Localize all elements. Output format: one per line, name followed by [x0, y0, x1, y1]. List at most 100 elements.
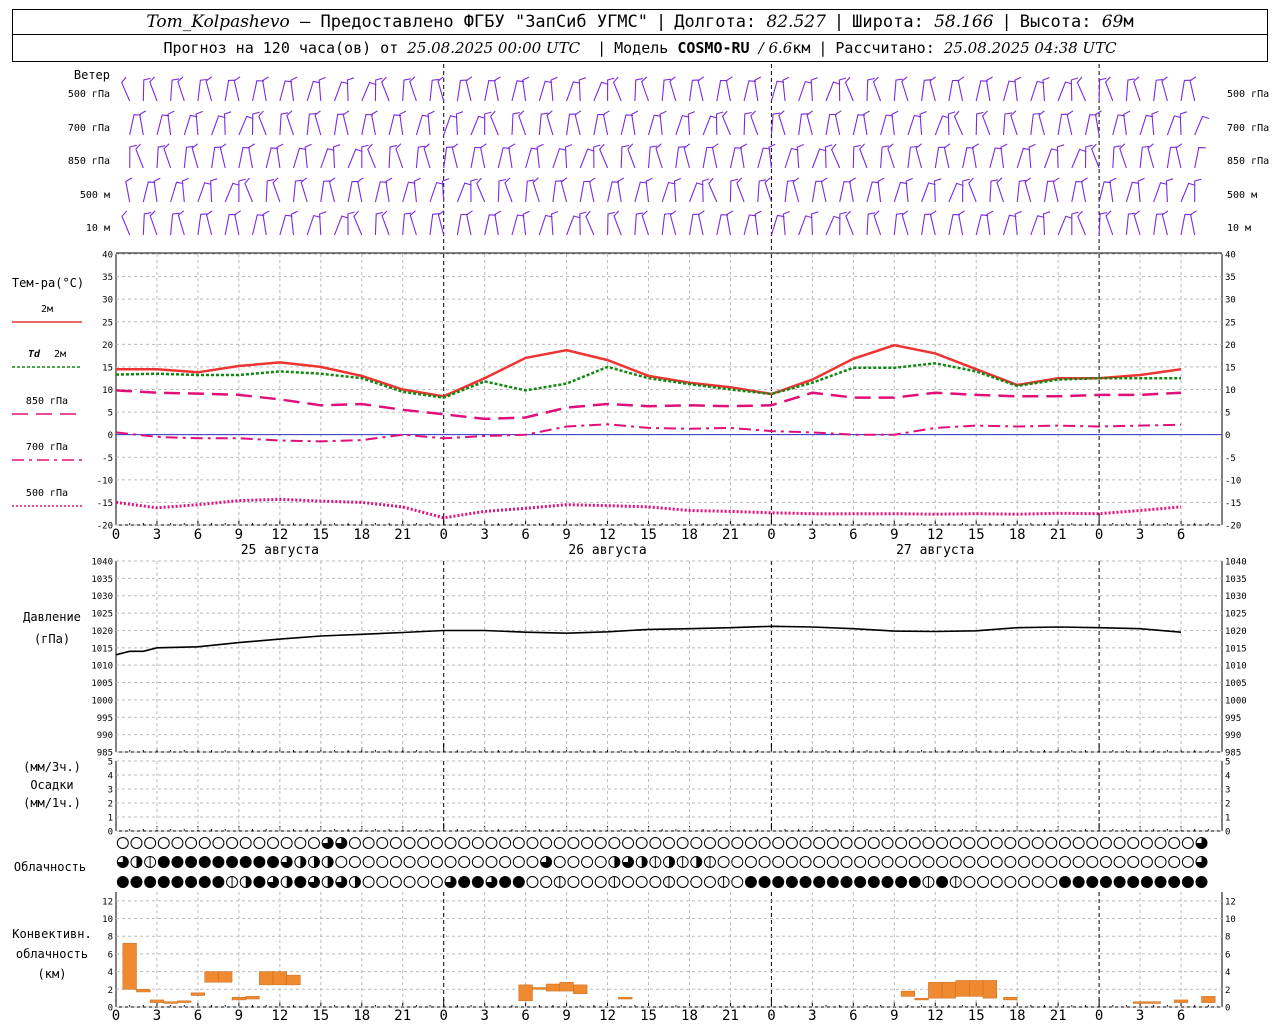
cloud-fill: [171, 876, 183, 888]
wind-barb-icon: [834, 110, 842, 136]
cloud-circle: [485, 856, 498, 868]
cloud-circle: [403, 837, 416, 849]
wind-barb-icon: [873, 210, 882, 236]
wind-barb-icon: [550, 76, 558, 102]
wind-barb-icon: [195, 110, 203, 136]
cloud-cover-circle-icon: [895, 837, 908, 849]
wind-barb-icon: [1194, 115, 1210, 136]
wind-barb-icon: [729, 147, 743, 169]
conv-bar: [122, 943, 137, 990]
cloud-cover-circle-icon: [908, 837, 921, 849]
wind-barb-icon: [536, 143, 544, 169]
wind-barb-icon: [328, 177, 336, 203]
cloud-circle: [389, 837, 402, 849]
wind-barb-icon: [953, 110, 964, 136]
cloud-cover-circle-icon: [471, 837, 484, 849]
cloud-circle: [785, 837, 798, 849]
wind-barb-icon: [1080, 177, 1088, 203]
wind-barb-icon: [437, 210, 445, 236]
wind-barb-icon: [798, 215, 813, 236]
wind-barb-icon: [934, 115, 950, 136]
temp-y-tick-label: 30: [102, 296, 113, 306]
cloud-cover-circle-icon: [348, 876, 361, 888]
wind-barb-icon: [620, 114, 634, 136]
precip-unit-3h: (мм/3ч.): [23, 760, 81, 774]
wind-barb-icon: [1057, 215, 1073, 236]
cloud-cover-circle-icon: [157, 856, 170, 868]
cloud-cover-circle-icon: [840, 837, 853, 849]
cloud-cover-circle-icon: [1099, 856, 1112, 868]
legend-label: 2м: [41, 304, 53, 315]
wind-barb-icon: [708, 177, 718, 203]
cloud-cover-circle-icon: [1195, 856, 1208, 868]
temp-hour-label: 15: [640, 527, 657, 543]
conv-hour-label: 0: [112, 1008, 120, 1024]
cloud-cover-circle-icon: [663, 837, 675, 849]
wind-barb-icon: [238, 115, 254, 136]
cloud-circle: [1058, 837, 1071, 849]
cloud-cover-circle-icon: [622, 856, 635, 868]
temp-y-tick-label: 20: [102, 341, 113, 351]
cloud-cover-circle-icon: [471, 876, 484, 888]
wind-barb-icon: [811, 148, 827, 169]
cloud-cover-circle-icon: [430, 856, 443, 868]
wind-barb-icon: [306, 214, 321, 236]
cloud-circle: [567, 856, 580, 868]
cloud-cover-circle-icon: [1004, 876, 1017, 888]
cloud-circle: [348, 837, 361, 849]
cloud-cover-circle-icon: [144, 876, 157, 888]
conv-bar: [618, 997, 633, 1000]
cloud-fill: [614, 856, 620, 868]
wind-barbs: [120, 76, 1210, 236]
cloud-cover-circle-icon: [1113, 856, 1126, 868]
cloud-cover-circle-icon: [171, 837, 184, 849]
cloud-cover-circle-icon: [280, 876, 293, 888]
wind-barb-icon: [1133, 210, 1141, 236]
cloud-cover-circle-icon: [772, 876, 785, 888]
wind-barb-icon: [711, 143, 719, 169]
temp-y-tick-label: -20: [97, 522, 113, 532]
cloud-circle: [1140, 837, 1153, 849]
cloud-cover-circle-icon: [581, 856, 594, 868]
wind-barb-icon: [508, 143, 516, 169]
cloud-cover-circle-icon: [840, 856, 853, 868]
wind-barb-icon: [210, 178, 218, 203]
wind-barb-icon: [784, 147, 799, 169]
conv-bar: [545, 983, 561, 992]
cloud-circle: [717, 856, 730, 868]
cloud-fill: [327, 876, 334, 888]
wind-barb-icon: [688, 79, 700, 102]
temp-hour-label: 6: [521, 527, 529, 543]
wind-barb-icon: [286, 110, 295, 136]
conv-hour-label: 12: [271, 1008, 288, 1024]
precip-y-tick-label: 3: [108, 786, 113, 796]
wind-barb-icon: [1091, 143, 1100, 169]
cloud-fill: [136, 856, 142, 868]
cloud-cover-circle-icon: [772, 837, 785, 849]
conv-hour-label: 18: [1009, 1008, 1026, 1024]
precip-y-tick-label-right: 1: [1225, 814, 1230, 824]
wind-barb-icon: [170, 212, 180, 236]
conv-bar: [573, 984, 588, 994]
cloud-cover-circle-icon: [703, 856, 716, 868]
cloud-cover-circle-icon: [867, 837, 880, 849]
wind-barb-icon: [361, 114, 373, 136]
cloud-fill: [641, 856, 648, 868]
cloud-fill: [881, 876, 893, 888]
wind-barb-icon: [901, 210, 909, 236]
wind-barb-icon: [743, 214, 757, 236]
cloud-cover-circle-icon: [239, 856, 252, 868]
wind-barb-icon: [538, 80, 553, 102]
cloud-cover-circle-icon: [1031, 876, 1044, 888]
cloud-cover-circle-icon: [226, 876, 239, 888]
cloud-cover-circle-icon: [430, 837, 443, 849]
cloud-circle: [963, 856, 976, 868]
wind-barb-icon: [1094, 110, 1102, 136]
cloud-cover-circle-icon: [649, 876, 662, 888]
conv-hour-label: 18: [353, 1008, 370, 1024]
cloud-cover-circle-icon: [1045, 837, 1058, 849]
cloud-cover-circle-icon: [717, 837, 730, 849]
cloud-fill: [909, 876, 921, 888]
temp-hour-label: 21: [394, 527, 411, 543]
wind-barb-icon: [669, 210, 677, 236]
